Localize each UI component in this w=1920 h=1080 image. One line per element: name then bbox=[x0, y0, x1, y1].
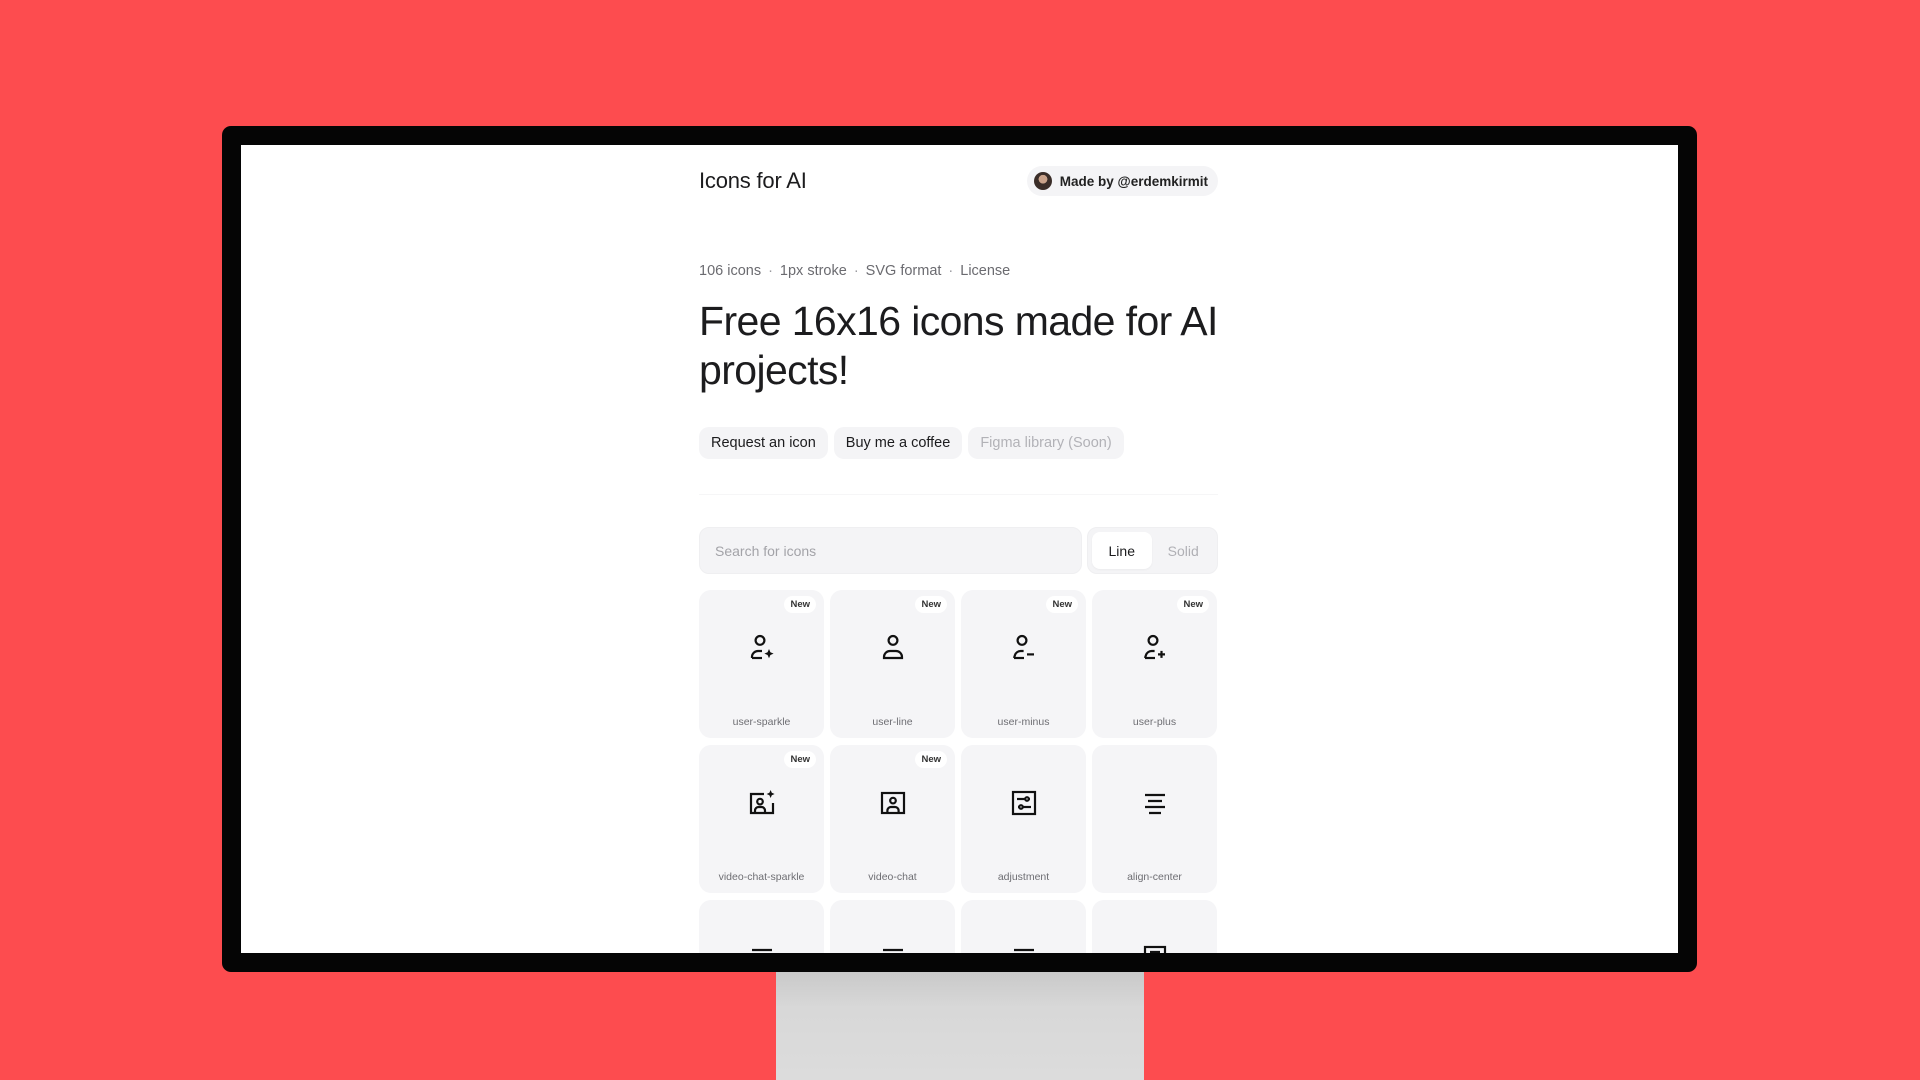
icon-tile-video-chat[interactable]: New video-chat bbox=[830, 745, 955, 893]
new-badge: New bbox=[1046, 596, 1078, 613]
page-headline: Free 16x16 icons made for AI projects! bbox=[699, 298, 1218, 393]
action-buttons: Request an icon Buy me a coffee Figma li… bbox=[699, 427, 1124, 459]
site-title[interactable]: Icons for AI bbox=[699, 168, 807, 194]
user-minus-icon bbox=[1008, 632, 1040, 664]
meta-separator: · bbox=[948, 263, 954, 279]
video-chat-icon bbox=[877, 787, 909, 819]
adjustment-icon bbox=[1008, 787, 1040, 819]
meta-separator: · bbox=[768, 263, 773, 279]
icon-name: video-chat-sparkle bbox=[718, 871, 805, 883]
new-badge: New bbox=[915, 751, 947, 768]
top-bar: Icons for AI Made by @erdemkirmit bbox=[699, 166, 1218, 196]
icon-tile-user-sparkle[interactable]: New user-sparkle bbox=[699, 590, 824, 738]
icon-name: video-chat bbox=[868, 871, 917, 883]
icon-tile[interactable] bbox=[830, 900, 955, 953]
align-lines-icon bbox=[746, 942, 778, 953]
made-by-link[interactable]: Made by @erdemkirmit bbox=[1026, 166, 1218, 196]
icon-grid: New user-sparkle New user-line New user-… bbox=[699, 590, 1218, 953]
made-by-label: Made by @erdemkirmit bbox=[1059, 173, 1208, 189]
toggle-solid[interactable]: Solid bbox=[1154, 532, 1214, 569]
meta-info: 106 icons · 1px stroke · SVG format · License bbox=[699, 263, 1010, 279]
divider bbox=[699, 494, 1218, 495]
align-center-icon bbox=[1139, 787, 1171, 819]
style-toggle: Line Solid bbox=[1087, 527, 1218, 574]
icon-name: adjustment bbox=[997, 871, 1050, 883]
license-link[interactable]: License bbox=[960, 263, 1010, 279]
document-icon bbox=[1139, 942, 1171, 953]
align-lines-icon bbox=[877, 942, 909, 953]
new-badge: New bbox=[784, 596, 816, 613]
new-badge: New bbox=[915, 596, 947, 613]
monitor-stand bbox=[776, 960, 1144, 1080]
avatar bbox=[1033, 172, 1052, 190]
meta-format: SVG format bbox=[865, 263, 942, 279]
icon-tile[interactable] bbox=[1092, 900, 1217, 953]
search-input[interactable] bbox=[699, 527, 1082, 574]
video-chat-sparkle-icon bbox=[746, 787, 778, 819]
icon-name: user-plus bbox=[1132, 716, 1177, 728]
icon-name: align-center bbox=[1127, 871, 1182, 883]
request-icon-button[interactable]: Request an icon bbox=[699, 427, 828, 459]
icon-tile-user-minus[interactable]: New user-minus bbox=[961, 590, 1086, 738]
meta-icon-count: 106 icons bbox=[699, 263, 762, 279]
icon-tile[interactable] bbox=[961, 900, 1086, 953]
user-plus-icon bbox=[1139, 632, 1171, 664]
icon-tile[interactable] bbox=[699, 900, 824, 953]
icon-tile-user-plus[interactable]: New user-plus bbox=[1092, 590, 1217, 738]
browser-screen: Icons for AI Made by @erdemkirmit 106 ic… bbox=[241, 145, 1678, 953]
toggle-line[interactable]: Line bbox=[1092, 532, 1152, 569]
new-badge: New bbox=[784, 751, 816, 768]
icon-tile-user-line[interactable]: New user-line bbox=[830, 590, 955, 738]
figma-library-button[interactable]: Figma library (Soon) bbox=[968, 427, 1124, 459]
meta-separator: · bbox=[853, 263, 859, 279]
icon-name: user-line bbox=[872, 716, 913, 728]
icon-tile-adjustment[interactable]: adjustment bbox=[961, 745, 1086, 893]
align-lines-icon bbox=[1008, 942, 1040, 953]
icon-name: user-sparkle bbox=[732, 716, 791, 728]
buy-coffee-button[interactable]: Buy me a coffee bbox=[833, 427, 963, 459]
icon-tile-video-chat-sparkle[interactable]: New video-chat-sparkle bbox=[699, 745, 824, 893]
user-line-icon bbox=[877, 632, 909, 664]
meta-stroke: 1px stroke bbox=[779, 263, 847, 279]
icon-tile-align-center[interactable]: align-center bbox=[1092, 745, 1217, 893]
new-badge: New bbox=[1177, 596, 1209, 613]
icon-name: user-minus bbox=[997, 716, 1050, 728]
user-sparkle-icon bbox=[746, 632, 778, 664]
